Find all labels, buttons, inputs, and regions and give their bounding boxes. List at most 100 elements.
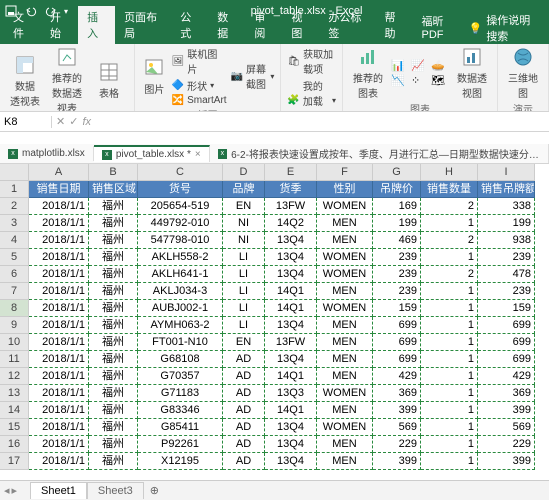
- 3d-map-button[interactable]: 三维地 图: [504, 46, 542, 100]
- table-header-cell[interactable]: 销售区域: [89, 181, 138, 198]
- add-sheet-button[interactable]: ⊕: [144, 484, 165, 497]
- smartart-button[interactable]: 🔀SmartArt: [172, 95, 227, 106]
- cell[interactable]: G70357: [138, 368, 223, 385]
- cell[interactable]: 2: [421, 266, 478, 283]
- cell[interactable]: 569: [373, 419, 421, 436]
- tab-office[interactable]: 办公标签: [319, 6, 375, 44]
- cell[interactable]: 福州: [89, 215, 138, 232]
- cell[interactable]: 159: [373, 300, 421, 317]
- cell[interactable]: 369: [373, 385, 421, 402]
- table-header-cell[interactable]: 销售数量: [421, 181, 478, 198]
- cell[interactable]: 1: [421, 283, 478, 300]
- cell[interactable]: AD: [223, 385, 265, 402]
- cell[interactable]: 1: [421, 453, 478, 470]
- row-header[interactable]: 5: [0, 249, 29, 266]
- pie-chart-icon[interactable]: 🥧: [431, 59, 449, 72]
- cell[interactable]: 福州: [89, 198, 138, 215]
- cell[interactable]: 569: [478, 419, 535, 436]
- cell[interactable]: 1: [421, 436, 478, 453]
- cell[interactable]: 338: [478, 198, 535, 215]
- cell[interactable]: 福州: [89, 402, 138, 419]
- cell[interactable]: 399: [478, 402, 535, 419]
- column-header[interactable]: H: [421, 164, 478, 181]
- cell[interactable]: 福州: [89, 368, 138, 385]
- table-header-cell[interactable]: 货号: [138, 181, 223, 198]
- cell[interactable]: MEN: [317, 402, 373, 419]
- doc-tab-2[interactable]: xpivot_table.xlsx *×: [94, 145, 210, 162]
- cell[interactable]: 福州: [89, 300, 138, 317]
- row-header[interactable]: 2: [0, 198, 29, 215]
- cell[interactable]: G83346: [138, 402, 223, 419]
- cell[interactable]: WOMEN: [317, 266, 373, 283]
- cell[interactable]: 13Q4: [265, 249, 317, 266]
- cell[interactable]: 1: [421, 402, 478, 419]
- tab-data[interactable]: 数据: [208, 6, 245, 44]
- cell[interactable]: 福州: [89, 283, 138, 300]
- cell[interactable]: 14Q2: [265, 215, 317, 232]
- cell[interactable]: 13Q4: [265, 419, 317, 436]
- cell[interactable]: 福州: [89, 249, 138, 266]
- cell[interactable]: MEN: [317, 351, 373, 368]
- column-header[interactable]: E: [265, 164, 317, 181]
- cell[interactable]: 399: [373, 453, 421, 470]
- sheet-tab-2[interactable]: Sheet3: [87, 482, 144, 499]
- row-header[interactable]: 15: [0, 419, 29, 436]
- tab-review[interactable]: 审阅: [245, 6, 282, 44]
- cell[interactable]: 547798-010: [138, 232, 223, 249]
- cell[interactable]: 1: [421, 300, 478, 317]
- row-header[interactable]: 17: [0, 453, 29, 470]
- cell[interactable]: 福州: [89, 351, 138, 368]
- cell[interactable]: 938: [478, 232, 535, 249]
- cell[interactable]: FT001-N10: [138, 334, 223, 351]
- cell[interactable]: LI: [223, 300, 265, 317]
- scatter-chart-icon[interactable]: ⁘: [411, 74, 429, 87]
- cell[interactable]: LI: [223, 266, 265, 283]
- cell[interactable]: 1: [421, 385, 478, 402]
- cell[interactable]: 13Q4: [265, 351, 317, 368]
- cell[interactable]: AD: [223, 368, 265, 385]
- select-all-corner[interactable]: [0, 164, 29, 181]
- cell[interactable]: 2018/1/1: [29, 419, 89, 436]
- cell[interactable]: 369: [478, 385, 535, 402]
- cell[interactable]: 2018/1/1: [29, 266, 89, 283]
- row-header[interactable]: 12: [0, 368, 29, 385]
- column-header[interactable]: C: [138, 164, 223, 181]
- cell[interactable]: 199: [373, 215, 421, 232]
- table-header-cell[interactable]: 性别: [317, 181, 373, 198]
- cell[interactable]: 2: [421, 232, 478, 249]
- cell[interactable]: 2018/1/1: [29, 300, 89, 317]
- enter-icon[interactable]: ✓: [69, 115, 78, 128]
- cell[interactable]: 福州: [89, 232, 138, 249]
- cell[interactable]: 14Q1: [265, 283, 317, 300]
- cell[interactable]: 13Q4: [265, 453, 317, 470]
- pivot-chart-button[interactable]: 数据透视图: [453, 46, 491, 100]
- cell[interactable]: P92261: [138, 436, 223, 453]
- cells-area[interactable]: 销售日期销售区域货号品牌货季性别吊牌价销售数量销售吊牌额2018/1/1福州20…: [29, 181, 535, 470]
- cell[interactable]: 229: [373, 436, 421, 453]
- cell[interactable]: 福州: [89, 334, 138, 351]
- table-header-cell[interactable]: 货季: [265, 181, 317, 198]
- online-pictures-button[interactable]: 🖼联机图片: [172, 46, 227, 76]
- cell[interactable]: MEN: [317, 215, 373, 232]
- cell[interactable]: 2018/1/1: [29, 232, 89, 249]
- doc-tab-1[interactable]: xmatplotlib.xlsx: [0, 146, 94, 161]
- cell[interactable]: 699: [373, 317, 421, 334]
- cell[interactable]: WOMEN: [317, 249, 373, 266]
- cell[interactable]: AD: [223, 402, 265, 419]
- cell[interactable]: 449792-010: [138, 215, 223, 232]
- cell[interactable]: AKLH641-1: [138, 266, 223, 283]
- close-icon[interactable]: ×: [195, 149, 201, 160]
- cell[interactable]: 469: [373, 232, 421, 249]
- cell[interactable]: 13Q3: [265, 385, 317, 402]
- row-header[interactable]: 3: [0, 215, 29, 232]
- name-box[interactable]: K8: [0, 116, 52, 128]
- cell[interactable]: X12195: [138, 453, 223, 470]
- cell[interactable]: 1: [421, 419, 478, 436]
- cell[interactable]: AKLJ034-3: [138, 283, 223, 300]
- cell[interactable]: 13Q4: [265, 232, 317, 249]
- cell[interactable]: 2018/1/1: [29, 283, 89, 300]
- row-header[interactable]: 13: [0, 385, 29, 402]
- row-header[interactable]: 16: [0, 436, 29, 453]
- cell[interactable]: 2018/1/1: [29, 385, 89, 402]
- cell[interactable]: 2018/1/1: [29, 249, 89, 266]
